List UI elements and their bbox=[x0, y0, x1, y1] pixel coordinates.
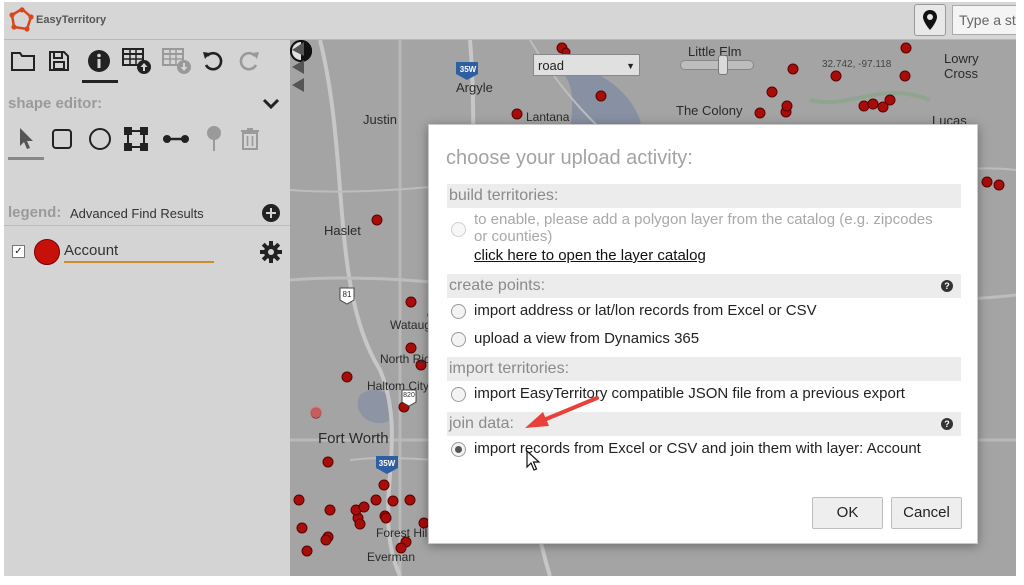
open-layer-catalog-link[interactable]: click here to open the layer catalog bbox=[474, 247, 706, 264]
map-label: The Colony bbox=[676, 103, 743, 118]
save-button[interactable] bbox=[44, 46, 74, 76]
top-bar: EasyTerritory bbox=[4, 2, 1016, 40]
section-label: create points: bbox=[449, 277, 546, 294]
gear-icon[interactable] bbox=[260, 241, 282, 263]
info-button[interactable] bbox=[84, 46, 114, 76]
layer-color-swatch bbox=[34, 239, 60, 265]
map-pin-icon bbox=[923, 10, 937, 30]
zoom-slider-handle[interactable] bbox=[718, 55, 728, 75]
open-button[interactable] bbox=[8, 46, 38, 76]
map-label: Everman bbox=[367, 550, 416, 564]
circle-tool[interactable] bbox=[86, 124, 114, 154]
redo-icon bbox=[239, 51, 259, 71]
map-label: Lantana bbox=[526, 110, 570, 124]
legend-label: legend: bbox=[8, 204, 62, 221]
map-label: Little Elm bbox=[688, 44, 742, 59]
layer-visibility-checkbox[interactable]: ✓ bbox=[12, 245, 25, 258]
map-label: Lowry Cross bbox=[944, 51, 979, 81]
section-create-points: create points: ? bbox=[447, 274, 961, 298]
import-address-option[interactable]: import address or lat/lon records from E… bbox=[474, 302, 817, 319]
info-icon bbox=[88, 50, 110, 72]
help-icon[interactable]: ? bbox=[941, 418, 953, 430]
table-download-icon bbox=[162, 48, 191, 74]
upload-activity-dialog: choose your upload activity: build terri… bbox=[428, 124, 978, 544]
rectangle-icon bbox=[52, 129, 72, 149]
layer-name[interactable]: Account bbox=[64, 242, 118, 259]
import-address-radio[interactable] bbox=[451, 304, 466, 319]
app-logo[interactable]: EasyTerritory bbox=[8, 5, 118, 35]
section-label: build territories: bbox=[449, 187, 559, 204]
zoom-slider[interactable] bbox=[680, 60, 754, 70]
line-tool[interactable] bbox=[162, 124, 190, 154]
select-tool[interactable] bbox=[12, 124, 40, 154]
coordinates-readout: 32.742, -97.118 bbox=[822, 59, 892, 70]
map-label: Haltom City bbox=[367, 379, 430, 393]
upload-dynamics-view-radio[interactable] bbox=[451, 332, 466, 347]
search-input[interactable] bbox=[952, 5, 1016, 35]
highway-shield: 35W bbox=[378, 459, 396, 468]
pan-arrows-icon[interactable] bbox=[290, 40, 306, 96]
add-layer-icon[interactable] bbox=[262, 204, 280, 222]
undo-button[interactable] bbox=[198, 46, 228, 76]
layer-underline bbox=[64, 261, 214, 263]
delete-tool[interactable] bbox=[236, 124, 264, 154]
app-name: EasyTerritory bbox=[36, 14, 107, 26]
map-label: Forest Hill bbox=[376, 526, 431, 540]
map-type-select[interactable]: road ▼ bbox=[533, 54, 640, 76]
highlight-marker bbox=[310, 406, 322, 418]
pin-icon bbox=[207, 126, 221, 151]
download-table-button[interactable] bbox=[162, 46, 192, 76]
map-label: Argyle bbox=[456, 80, 493, 95]
join-data-radio[interactable] bbox=[451, 442, 466, 457]
app-window: EasyTerritory Type a st shape editor: le… bbox=[4, 2, 1016, 576]
section-build-territories: build territories: bbox=[447, 184, 961, 208]
ok-button[interactable]: OK bbox=[812, 497, 883, 529]
folder-open-icon bbox=[11, 52, 35, 71]
select-arrow-icon: ▼ bbox=[626, 61, 635, 71]
polygon-tool[interactable] bbox=[122, 124, 150, 154]
map-type-value: road bbox=[538, 58, 565, 73]
mouse-cursor-icon bbox=[526, 450, 541, 471]
pin-tool[interactable] bbox=[200, 124, 228, 154]
help-icon[interactable]: ? bbox=[941, 280, 953, 292]
trash-icon bbox=[241, 128, 259, 150]
select-arrow-icon bbox=[20, 128, 33, 149]
upload-dynamics-view-option[interactable]: upload a view from Dynamics 365 bbox=[474, 330, 699, 347]
map-label: Fort Worth bbox=[318, 430, 389, 447]
circle-icon bbox=[89, 128, 111, 150]
annotation-arrow-icon bbox=[525, 396, 599, 428]
highway-shield: 820 bbox=[403, 392, 415, 399]
dialog-title: choose your upload activity: bbox=[446, 147, 693, 169]
active-tool-indicator bbox=[8, 157, 44, 160]
import-json-radio[interactable] bbox=[451, 387, 466, 402]
left-panel: shape editor: legend: Advanced Find Resu… bbox=[4, 40, 290, 576]
shape-editor-label: shape editor: bbox=[8, 95, 103, 112]
save-icon bbox=[49, 51, 69, 71]
polygon-icon bbox=[124, 127, 148, 151]
redo-button[interactable] bbox=[234, 46, 264, 76]
easyterritory-logo-icon bbox=[9, 7, 34, 32]
line-icon bbox=[163, 135, 189, 143]
locate-button[interactable] bbox=[914, 4, 946, 36]
highway-shield: 81 bbox=[342, 290, 352, 299]
highway-shield: 35W bbox=[459, 65, 477, 74]
chevron-down-icon[interactable] bbox=[262, 96, 280, 112]
upload-table-button[interactable] bbox=[122, 46, 152, 76]
section-import-territories: import territories: bbox=[447, 357, 961, 381]
cancel-button[interactable]: Cancel bbox=[891, 497, 962, 529]
legend-title: Advanced Find Results bbox=[70, 206, 204, 221]
legend-header: legend: Advanced Find Results bbox=[4, 200, 290, 226]
rectangle-tool[interactable] bbox=[48, 124, 76, 154]
section-label: join data: bbox=[449, 415, 514, 432]
active-tab-indicator bbox=[82, 80, 118, 83]
build-territories-option: to enable, please add a polygon layer fr… bbox=[474, 211, 933, 245]
map-label: Haslet bbox=[324, 223, 361, 238]
map-label: Justin bbox=[363, 112, 397, 127]
section-label: import territories: bbox=[449, 360, 570, 377]
undo-icon bbox=[203, 51, 223, 71]
build-territories-radio[interactable] bbox=[451, 222, 466, 237]
table-upload-icon bbox=[122, 48, 151, 74]
